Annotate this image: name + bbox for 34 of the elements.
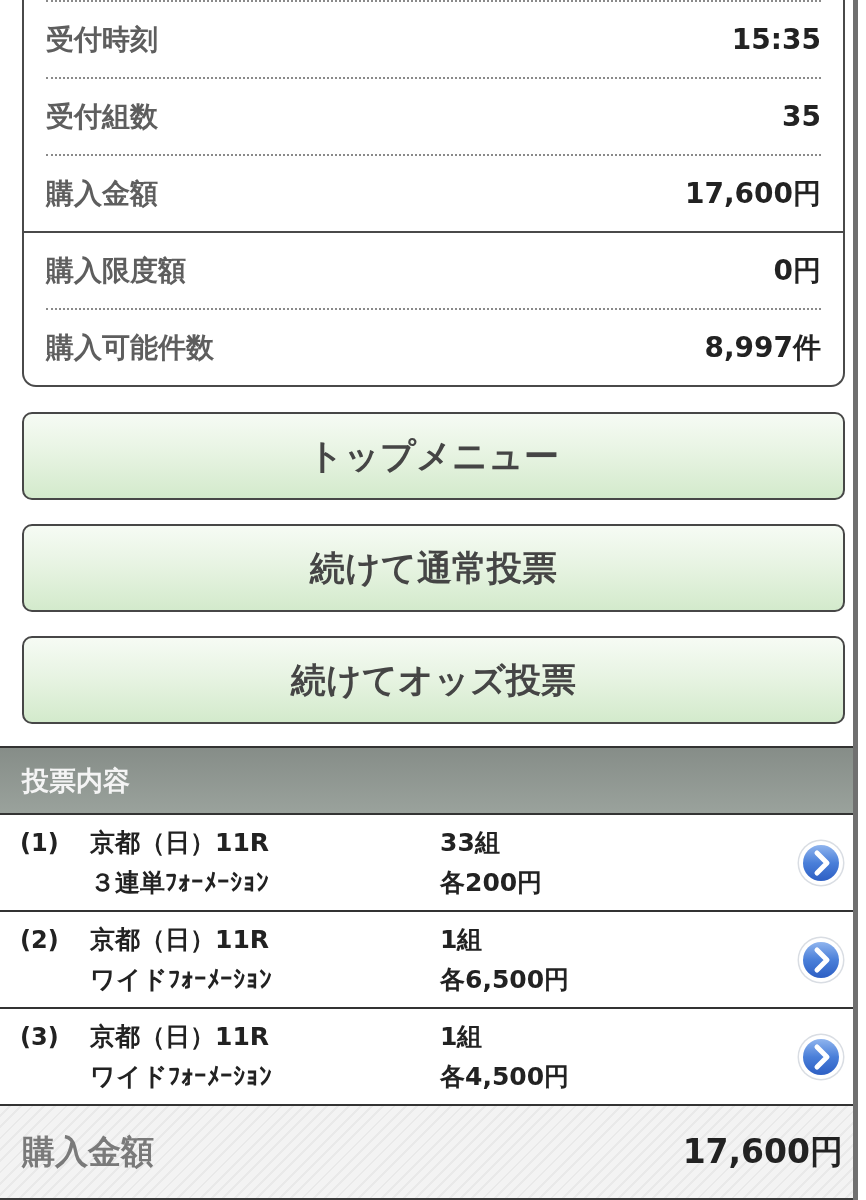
summary-label: 受付組数 — [46, 98, 158, 135]
summary-value: 8,997件 — [704, 329, 821, 366]
menu-button[interactable]: 続けて通常投票 — [22, 524, 845, 612]
summary-label: 購入金額 — [46, 175, 158, 212]
summary-label: 受付時刻 — [46, 21, 158, 58]
summary-value: 0円 — [773, 252, 821, 289]
total-value: 17,600円 — [682, 1130, 843, 1173]
summary-value: 17,600円 — [684, 175, 821, 212]
bet-type: ワイドﾌｫｰﾒｰｼｮﾝ — [90, 1061, 272, 1093]
chevron-right-icon[interactable] — [797, 935, 845, 984]
race-name: 京都（日）11R — [90, 827, 270, 859]
race-name: 京都（日）11R — [90, 1021, 270, 1053]
chevron-right-icon[interactable] — [797, 838, 845, 887]
total-label: 購入金額 — [22, 1130, 154, 1173]
combination-count: 1組 — [440, 924, 483, 956]
bet-number: (3) — [20, 1022, 60, 1053]
stake-per-combination: 各6,500円 — [440, 964, 570, 996]
section-header: 投票内容 — [0, 746, 853, 815]
combination-count: 33組 — [440, 827, 500, 859]
bet-type: ワイドﾌｫｰﾒｰｼｮﾝ — [90, 964, 272, 996]
chevron-right-icon[interactable] — [797, 1032, 845, 1081]
bet-number: (1) — [20, 828, 60, 859]
stake-per-combination: 各200円 — [440, 867, 543, 899]
summary-value: 15:35 — [731, 23, 821, 56]
summary-label: 購入限度額 — [46, 252, 186, 289]
bet-number: (2) — [20, 925, 60, 956]
race-name: 京都（日）11R — [90, 924, 270, 956]
menu-button[interactable]: トップメニュー — [22, 412, 845, 500]
summary-value: 35 — [782, 100, 821, 133]
bet-type: ３連単ﾌｫｰﾒｰｼｮﾝ — [90, 867, 269, 899]
stake-per-combination: 各4,500円 — [440, 1061, 570, 1093]
combination-count: 1組 — [440, 1021, 483, 1053]
menu-button[interactable]: 続けてオッズ投票 — [22, 636, 845, 724]
summary-label: 購入可能件数 — [46, 329, 214, 366]
